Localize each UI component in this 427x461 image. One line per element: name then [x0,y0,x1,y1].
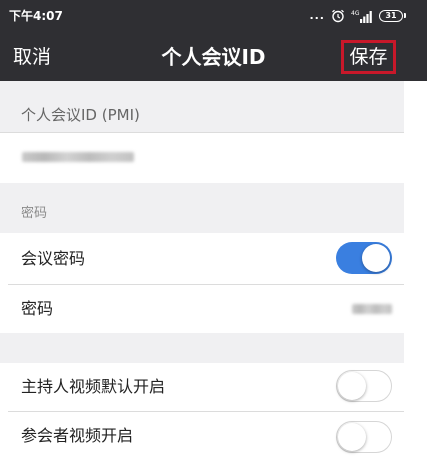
save-button[interactable]: 保存 [341,40,396,74]
status-bar: 下午4:07 ... 4G 31 [0,0,427,33]
signal-4g-icon: 4G [351,9,373,23]
password-label: 密码 [21,299,54,318]
pmi-section-header: 个人会议ID (PMI) [0,81,404,132]
right-margin [404,81,427,461]
pmi-value-redacted [22,152,134,162]
toggle-knob [338,422,366,451]
battery-level: 31 [385,11,397,20]
participant-video-toggle[interactable] [336,421,392,453]
battery-icon: 31 [379,10,406,22]
status-icons: ... 4G 31 [309,8,406,24]
host-video-toggle[interactable] [336,370,392,402]
host-video-label: 主持人视频默认开启 [21,377,166,396]
toggle-knob [338,371,366,400]
password-header-label: 密码 [21,206,48,221]
toggle-knob [362,244,390,272]
pmi-value-row [0,132,404,183]
meeting-password-row[interactable]: 会议密码 [0,233,404,284]
svg-text:4G: 4G [351,10,360,17]
section-gap [0,333,404,363]
password-section-header: 密码 [0,183,404,233]
participant-video-row[interactable]: 参会者视频开启 [0,412,404,460]
meeting-password-label: 会议密码 [21,249,86,268]
divider [0,132,404,133]
password-value-redacted [352,304,392,314]
navigation-bar: 取消 个人会议ID 保存 [0,33,427,81]
host-video-row[interactable]: 主持人视频默认开启 [0,363,404,411]
meeting-password-toggle[interactable] [336,242,392,274]
password-row[interactable]: 密码 [0,285,404,333]
participant-video-label: 参会者视频开启 [21,426,134,445]
alarm-clock-icon [331,9,345,23]
pmi-header-label: 个人会议ID (PMI) [21,106,140,124]
cancel-button[interactable]: 取消 [13,43,51,71]
more-dots-icon: ... [309,9,325,22]
status-time: 下午4:07 [9,9,63,23]
